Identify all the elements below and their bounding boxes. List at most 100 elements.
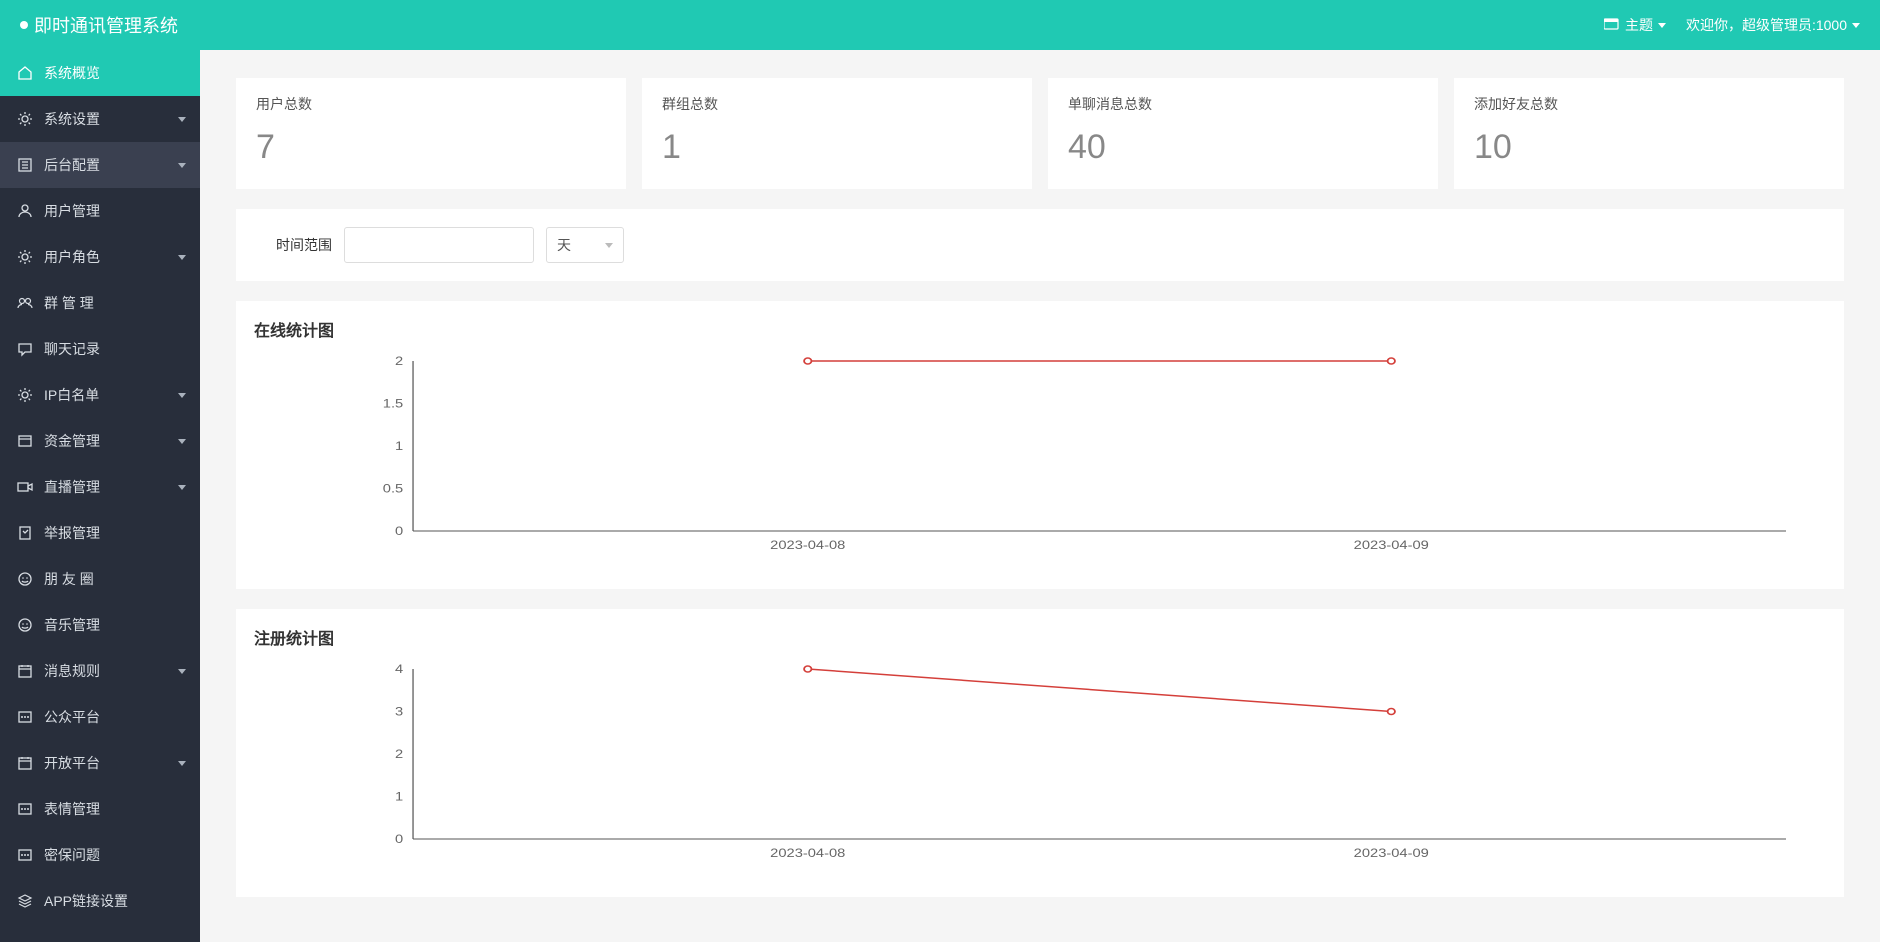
sidebar-item-6[interactable]: 聊天记录 xyxy=(0,326,200,372)
sidebar-item-label: 举报管理 xyxy=(44,523,100,543)
stat-card-2: 单聊消息总数40 xyxy=(1048,78,1438,189)
chart-card-0: 在线统计图00.511.522023-04-082023-04-09 xyxy=(236,301,1844,589)
money-icon xyxy=(16,433,34,449)
sidebar-item-0[interactable]: 系统概览 xyxy=(0,50,200,96)
sidebar-item-3[interactable]: 用户管理 xyxy=(0,188,200,234)
caret-down-icon xyxy=(1658,23,1666,28)
sidebar-item-label: 表情管理 xyxy=(44,799,100,819)
main-content: 用户总数7群组总数1单聊消息总数40添加好友总数10 时间范围 天 在线统计图0… xyxy=(200,50,1880,942)
sidebar-item-label: 用户角色 xyxy=(44,247,100,267)
sidebar-item-16[interactable]: 表情管理 xyxy=(0,786,200,832)
stat-card-3: 添加好友总数 10 xyxy=(1454,78,1844,189)
chat-icon xyxy=(16,341,34,357)
user-icon xyxy=(16,203,34,219)
sidebar-item-8[interactable]: 资金管理 xyxy=(0,418,200,464)
calendar-icon xyxy=(16,663,34,679)
chart-area: 0 1 2 3 4 2023-04-08 2023-04-09 xyxy=(364,659,1786,869)
theme-label: 主题 xyxy=(1625,15,1653,35)
stat-value: 7 xyxy=(256,128,606,167)
sidebar-item-label: 系统设置 xyxy=(44,109,100,129)
chevron-down-icon xyxy=(178,393,186,398)
caret-down-icon xyxy=(1852,23,1860,28)
sidebar-item-18[interactable]: APP链接设置 xyxy=(0,878,200,924)
svg-text:1: 1 xyxy=(395,790,403,803)
gear-icon xyxy=(16,387,34,403)
calendar-icon xyxy=(16,755,34,771)
sidebar-item-4[interactable]: 用户角色 xyxy=(0,234,200,280)
theme-dropdown[interactable]: 主题 xyxy=(1604,15,1666,35)
video-icon xyxy=(16,479,34,495)
sidebar-item-5[interactable]: 群 管 理 xyxy=(0,280,200,326)
chart-title: 在线统计图 xyxy=(254,317,1826,341)
stat-value: 10 xyxy=(1474,128,1824,167)
chevron-down-icon xyxy=(178,439,186,444)
filter-bar: 时间范围 天 xyxy=(236,209,1844,281)
stat-label: 单聊消息总数 xyxy=(1068,94,1418,114)
svg-text:2023-04-09: 2023-04-09 xyxy=(1354,538,1429,551)
home-icon xyxy=(16,65,34,81)
sidebar: 系统概览系统设置后台配置用户管理用户角色群 管 理聊天记录 IP白名单资金管理直播… xyxy=(0,50,200,942)
header-right: 主题 欢迎你，超级管理员:1000 xyxy=(1604,15,1860,35)
app-title: 即时通讯管理系统 xyxy=(20,12,178,38)
svg-text:4: 4 xyxy=(395,662,404,675)
chevron-down-icon xyxy=(178,669,186,674)
stat-label: 用户总数 xyxy=(256,94,606,114)
svg-text:2023-04-09: 2023-04-09 xyxy=(1354,846,1429,859)
svg-text:0: 0 xyxy=(395,524,403,537)
sidebar-item-label: 后台配置 xyxy=(44,155,100,175)
sidebar-item-7[interactable]: IP白名单 xyxy=(0,372,200,418)
config-icon xyxy=(16,157,34,173)
svg-text:2: 2 xyxy=(395,747,403,760)
sidebar-item-label: 公众平台 xyxy=(44,707,100,727)
time-unit-select[interactable]: 天 xyxy=(546,227,624,263)
report-icon xyxy=(16,525,34,541)
sidebar-item-label: 群 管 理 xyxy=(44,293,94,313)
sidebar-item-9[interactable]: 直播管理 xyxy=(0,464,200,510)
caret-down-icon xyxy=(605,243,613,248)
chart-area: 00.511.522023-04-082023-04-09 xyxy=(364,351,1786,561)
sidebar-item-label: 聊天记录 xyxy=(44,339,100,359)
chevron-down-icon xyxy=(178,117,186,122)
stat-card-1: 群组总数1 xyxy=(642,78,1032,189)
sidebar-item-label: 消息规则 xyxy=(44,661,100,681)
smile-icon xyxy=(16,617,34,633)
sidebar-item-1[interactable]: 系统设置 xyxy=(0,96,200,142)
stats-row: 用户总数 7 群组总数1单聊消息总数40 添加好友总数 10 xyxy=(236,78,1844,189)
header: 即时通讯管理系统 主题 欢迎你，超级管理员:1000 xyxy=(0,0,1880,50)
svg-text:2023-04-08: 2023-04-08 xyxy=(770,846,845,859)
sidebar-item-15[interactable]: 开放平台 xyxy=(0,740,200,786)
sidebar-item-14[interactable]: 公众平台 xyxy=(0,694,200,740)
sidebar-item-label: 系统概览 xyxy=(44,63,100,83)
gear-icon xyxy=(16,249,34,265)
sidebar-item-2[interactable]: 后台配置 xyxy=(0,142,200,188)
sidebar-item-12[interactable]: 音乐管理 xyxy=(0,602,200,648)
app-title-text: 即时通讯管理系统 xyxy=(34,12,178,38)
chart-card-1: 注册统计图012342023-04-082023-04-09 xyxy=(236,609,1844,897)
sidebar-item-10[interactable]: 举报管理 xyxy=(0,510,200,556)
sidebar-item-label: 音乐管理 xyxy=(44,615,100,635)
sidebar-item-label: 直播管理 xyxy=(44,477,100,497)
svg-text:3: 3 xyxy=(395,705,403,718)
time-range-label: 时间范围 xyxy=(276,235,332,255)
sidebar-item-label: APP链接设置 xyxy=(44,891,128,911)
time-range-input[interactable] xyxy=(344,227,534,263)
welcome-text: 欢迎你，超级管理员:1000 xyxy=(1686,15,1847,35)
gear-icon xyxy=(16,111,34,127)
sidebar-item-label: IP白名单 xyxy=(44,385,99,405)
sidebar-item-11[interactable]: 朋 友 圈 xyxy=(0,556,200,602)
sidebar-item-17[interactable]: 密保问题 xyxy=(0,832,200,878)
chevron-down-icon xyxy=(178,255,186,260)
stat-label: 添加好友总数 xyxy=(1474,94,1824,114)
smile-icon xyxy=(16,571,34,587)
svg-text:2: 2 xyxy=(395,354,403,367)
time-unit-value: 天 xyxy=(557,235,571,255)
sidebar-item-13[interactable]: 消息规则 xyxy=(0,648,200,694)
stat-card-0: 用户总数 7 xyxy=(236,78,626,189)
svg-text:0: 0 xyxy=(395,832,403,845)
chevron-down-icon xyxy=(178,485,186,490)
sidebar-item-label: 开放平台 xyxy=(44,753,100,773)
sidebar-item-label: 用户管理 xyxy=(44,201,100,221)
group-icon xyxy=(16,295,34,311)
platform-icon xyxy=(16,847,34,863)
user-dropdown[interactable]: 欢迎你，超级管理员:1000 xyxy=(1686,15,1860,35)
